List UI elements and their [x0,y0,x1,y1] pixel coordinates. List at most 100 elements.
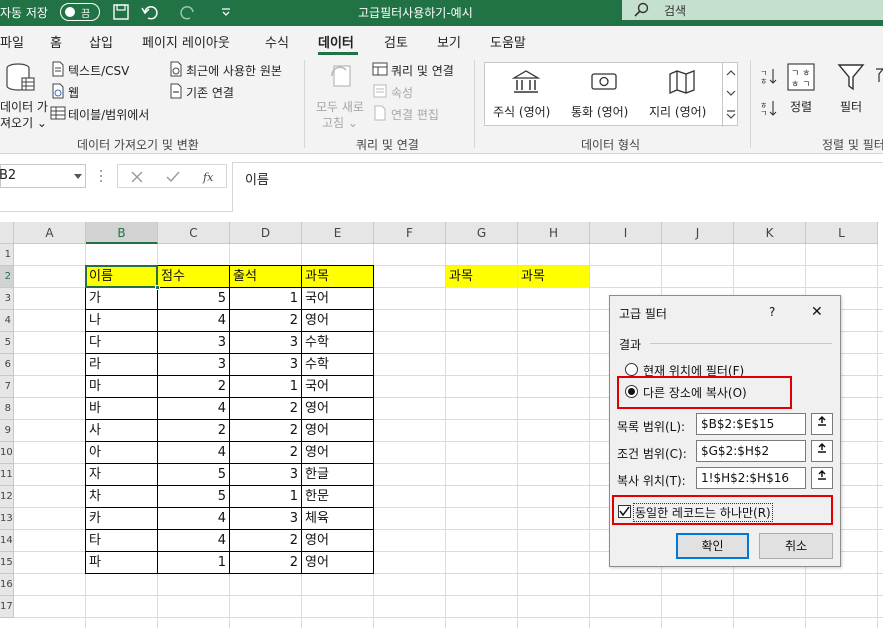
get-data-button[interactable]: 데이터 가 져오기 ⌄ [0,60,48,132]
row-header-11[interactable]: 11 [0,464,14,486]
insert-function-icon[interactable]: fx [202,169,218,185]
filter-button[interactable]: 필터 [834,60,874,130]
table-range-button[interactable]: 테이블/범위에서 [68,106,149,123]
filter-in-place-radio[interactable] [625,363,638,376]
column-header-g[interactable]: G [446,222,518,244]
column-header-b[interactable]: B [86,222,158,244]
clear-filter-icon[interactable] [876,66,883,86]
gallery-scroll[interactable] [722,63,738,127]
properties-button[interactable]: 속성 [391,84,413,101]
row-header-8[interactable]: 8 [0,398,14,420]
row-header-16[interactable]: 16 [0,574,14,596]
tab-help[interactable]: 도움말 [490,32,526,51]
column-header-k[interactable]: K [734,222,806,244]
undo-icon[interactable] [140,3,164,21]
edit-links-icon [374,105,386,121]
formula-input[interactable]: 이름 [232,162,883,212]
cell-border [85,309,158,332]
row-header-10[interactable]: 10 [0,442,14,464]
save-icon[interactable] [112,3,130,21]
row-header-6[interactable]: 6 [0,354,14,376]
column-header-a[interactable]: A [14,222,86,244]
ok-button[interactable]: 확인 [676,533,749,559]
row-header-5[interactable]: 5 [0,332,14,354]
fill-handle[interactable] [155,285,160,290]
enter-icon[interactable] [166,170,180,184]
web-button[interactable]: 웹 [68,84,79,101]
row-header-9[interactable]: 9 [0,420,14,442]
cell-border [229,529,302,552]
criteria-range-input[interactable]: $G$2:$H$2 [696,440,806,462]
tab-insert[interactable]: 삽입 [89,32,113,51]
help-button[interactable]: ? [769,305,775,319]
column-header-d[interactable]: D [230,222,302,244]
gridline [14,617,883,618]
cancel-icon[interactable] [130,170,144,184]
sort-za-icon[interactable]: ㅎ ㄱ [758,98,778,118]
existing-connections-button[interactable]: 기존 연결 [186,84,234,101]
column-header-l[interactable]: L [806,222,878,244]
column-header-f[interactable]: F [374,222,446,244]
cell-border [85,397,158,420]
refresh-all-button[interactable]: 모두 새로 고침 ⌄ [312,60,370,132]
cell-border [157,287,230,310]
queries-connections-button[interactable]: 쿼리 및 연결 [391,62,454,79]
select-all-corner[interactable] [0,222,14,244]
column-header-e[interactable]: E [302,222,374,244]
range-select-icon [818,415,826,426]
tab-home[interactable]: 홈 [50,32,62,51]
row-header-15[interactable]: 15 [0,552,14,574]
name-box[interactable]: B2 [0,164,86,188]
column-header-i[interactable]: I [590,222,662,244]
column-header-h[interactable]: H [518,222,590,244]
cell-border [301,331,374,354]
list-range-input[interactable]: $B$2:$E$15 [696,413,806,435]
drag-handle-icon[interactable] [98,168,104,184]
sort-button[interactable]: ㄱ ㅎ ㅎ ㄱ 정렬 [786,60,818,130]
row-header-17[interactable]: 17 [0,596,14,618]
row-header-2[interactable]: 2 [0,266,14,288]
redo-icon[interactable] [178,3,202,21]
row-header-4[interactable]: 4 [0,310,14,332]
row-header-12[interactable]: 12 [0,486,14,508]
list-range-collapse-button[interactable] [811,413,833,435]
sort-az-icon[interactable]: ㄱ ㅎ [758,66,778,86]
autosave-toggle[interactable]: 끔 [60,3,100,21]
close-button[interactable]: ✕ [811,304,823,320]
column-header-j[interactable]: J [662,222,734,244]
search-box[interactable]: 검색 [622,0,883,20]
currencies-button[interactable]: 통화 (영어) [569,67,639,123]
criteria-header-cell[interactable]: 과목 [446,266,517,288]
criteria-header-cell[interactable]: 과목 [518,266,589,288]
tab-view[interactable]: 보기 [437,32,461,51]
cancel-button[interactable]: 취소 [759,533,833,559]
stocks-button[interactable]: 주식 (영어) [491,67,561,123]
copy-to-collapse-button[interactable] [811,467,833,489]
customize-toolbar-icon[interactable] [220,5,232,19]
row-header-3[interactable]: 3 [0,288,14,310]
text-csv-button[interactable]: 텍스트/CSV [68,62,129,79]
row-header-7[interactable]: 7 [0,376,14,398]
copy-to-input[interactable]: 1!$H$2:$H$16 [696,467,806,489]
refresh-all-label-2: 고침 ⌄ [322,116,358,130]
tab-data[interactable]: 데이터 [318,32,354,51]
column-header-c[interactable]: C [158,222,230,244]
row-header-1[interactable]: 1 [0,244,14,266]
currency-icon [591,73,617,90]
cell-border [229,507,302,530]
cell-border [301,485,374,508]
selected-cell [85,265,158,288]
tab-formulas[interactable]: 수식 [265,32,289,51]
row-header-13[interactable]: 13 [0,508,14,530]
tab-file[interactable]: 파일 [0,32,24,51]
range-select-icon [818,469,826,480]
recent-sources-button[interactable]: 최근에 사용한 원본 [186,62,282,79]
cell-border [301,265,374,288]
criteria-range-collapse-button[interactable] [811,440,833,462]
row-header-14[interactable]: 14 [0,530,14,552]
edit-links-button[interactable]: 연결 편집 [391,106,439,123]
sort-icon: ㄱ ㅎ ㅎ ㄱ [787,63,815,91]
tab-review[interactable]: 검토 [384,32,408,51]
geography-button[interactable]: 지리 (영어) [647,67,717,123]
tab-page-layout[interactable]: 페이지 레이아웃 [142,32,230,51]
